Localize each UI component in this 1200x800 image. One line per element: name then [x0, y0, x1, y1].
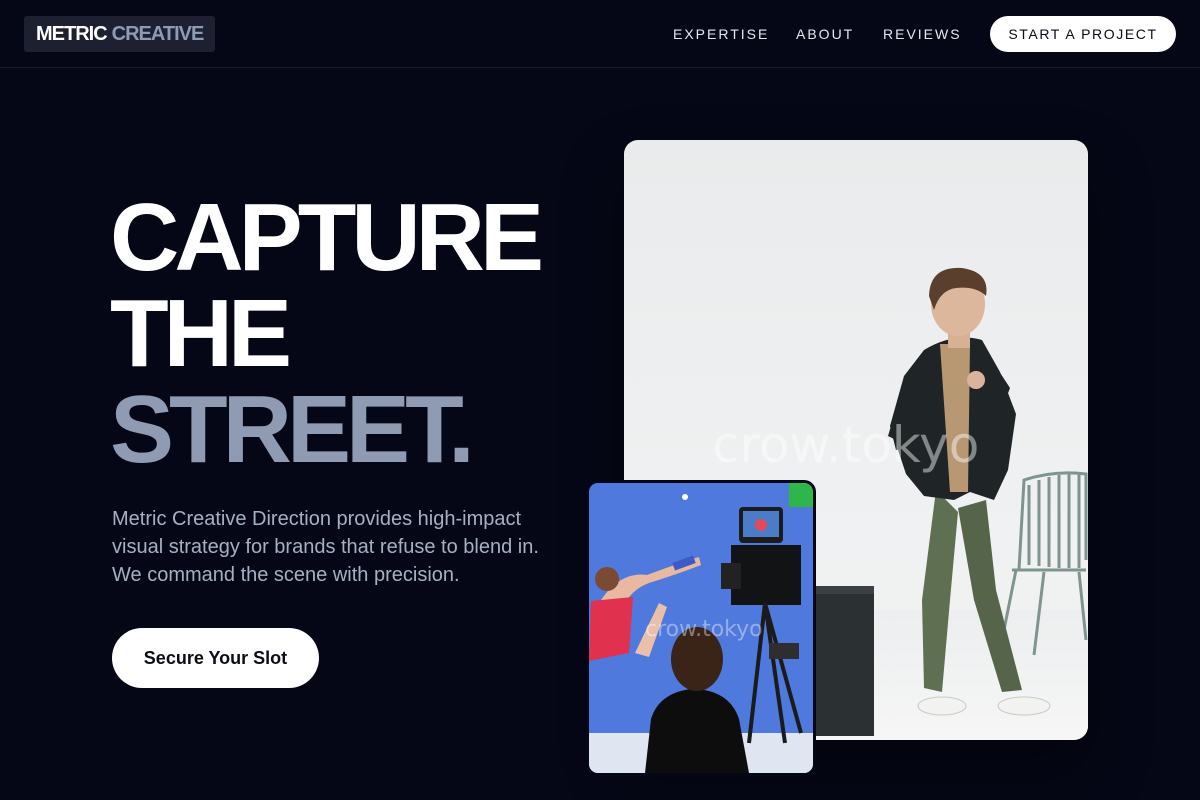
- secure-slot-button[interactable]: Secure Your Slot: [112, 628, 319, 688]
- hero-title-line-3: STREET.: [110, 376, 475, 483]
- nav-link-about[interactable]: ABOUT: [796, 16, 854, 52]
- hero-title: CAPTURE THE STREET.: [110, 190, 590, 478]
- start-project-button[interactable]: START A PROJECT: [990, 16, 1176, 52]
- watermark-text-inset: crow.tokyo: [645, 617, 763, 642]
- watermark-text-main: crow.tokyo: [712, 416, 980, 474]
- hero-description-line-3: We command the scene with precision.: [112, 564, 460, 586]
- hero-title-line-2: THE: [110, 280, 292, 387]
- nav-link-reviews[interactable]: REVIEWS: [883, 16, 962, 52]
- hero-description-line-2: visual strategy for brands that refuse t…: [112, 536, 539, 558]
- nav-link-expertise[interactable]: EXPERTISE: [673, 16, 769, 52]
- hero-title-line-1: CAPTURE: [110, 184, 544, 291]
- hero-description: Metric Creative Direction provides high-…: [112, 505, 562, 589]
- inset-photo-film-set: crow.tokyo: [586, 480, 816, 776]
- site-header: METRIC CREATIVE EXPERTISE ABOUT REVIEWS …: [0, 0, 1200, 68]
- hero-description-line-1: Metric Creative Direction provides high-…: [112, 508, 522, 530]
